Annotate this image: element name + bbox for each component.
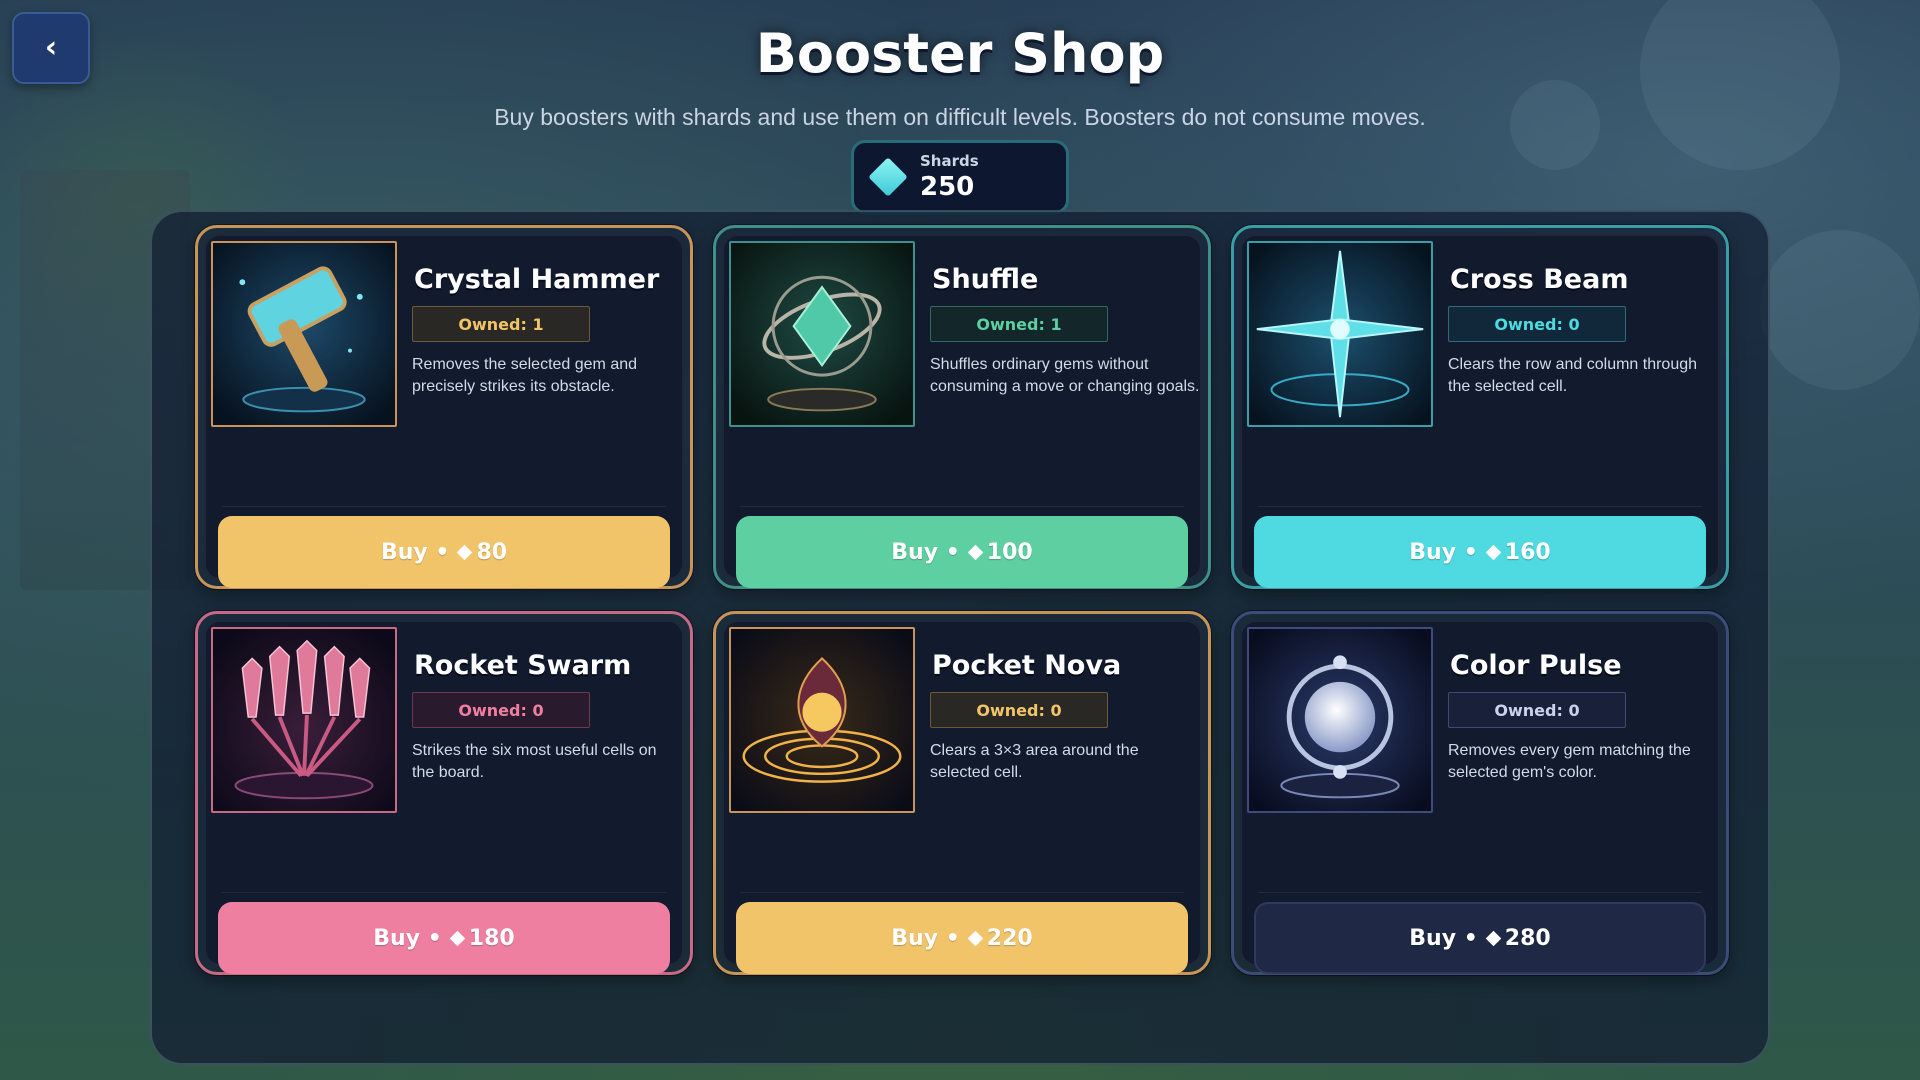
cross-crystal-icon [1247,241,1433,427]
background-bubble [1760,230,1920,390]
card-divider [740,892,1184,893]
buy-button-color-pulse[interactable]: Buy • 280 [1254,902,1706,974]
owned-badge: Owned: 0 [1448,692,1626,728]
booster-card: Cross Beam Owned: 0 Clears the row and c… [1231,225,1729,589]
buy-label: Buy • [891,539,960,565]
card-divider [740,506,1184,507]
booster-grid: Crystal Hammer Owned: 1 Removes the sele… [195,225,1729,975]
buy-button-pocket-nova[interactable]: Buy • 220 [736,902,1188,974]
buy-label: Buy • [1409,925,1478,951]
booster-card: Crystal Hammer Owned: 1 Removes the sele… [195,225,693,589]
nova-flower-icon [729,627,915,813]
owned-badge: Owned: 0 [930,692,1108,728]
booster-card: Rocket Swarm Owned: 0 Strikes the six mo… [195,611,693,975]
buy-button-shuffle[interactable]: Buy • 100 [736,516,1188,588]
buy-price: 280 [1504,925,1551,951]
page-title: Booster Shop [755,22,1165,85]
booster-name: Shuffle [932,264,1039,295]
diamond-gem-icon [967,930,984,946]
booster-description: Removes the selected gem and precisely s… [412,356,638,395]
owned-badge: Owned: 1 [930,306,1108,342]
booster-name: Color Pulse [1450,650,1622,681]
booster-name: Cross Beam [1450,264,1629,295]
buy-price: 180 [468,925,515,951]
buy-price: 100 [986,539,1033,565]
shards-balance: Shards 250 [851,140,1069,214]
buy-price: 80 [476,539,508,565]
booster-description: Removes every gem matching the selected … [1448,742,1691,781]
owned-badge: Owned: 0 [1448,306,1626,342]
buy-button-cross-beam[interactable]: Buy • 160 [1254,516,1706,588]
hammer-icon [211,241,397,427]
card-divider [222,892,666,893]
armillary-sphere-icon [729,241,915,427]
buy-button-crystal-hammer[interactable]: Buy • 80 [218,516,670,588]
buy-button-rocket-swarm[interactable]: Buy • 180 [218,902,670,974]
buy-label: Buy • [891,925,960,951]
booster-card: Shuffle Owned: 1 Shuffles ordinary gems … [713,225,1211,589]
card-divider [1258,506,1702,507]
buy-label: Buy • [380,539,450,565]
diamond-gem-icon [449,930,466,946]
booster-card: Color Pulse Owned: 0 Removes every gem m… [1231,611,1729,975]
booster-description: Clears the row and column through the se… [1448,356,1698,395]
diamond-gem-icon [967,544,984,560]
shards-label: Shards [920,152,979,170]
diamond-gem-icon [868,157,908,197]
diamond-gem-icon [1485,544,1502,560]
shards-value: 250 [920,172,975,202]
pulse-orb-icon [1247,627,1433,813]
rocket-crystals-icon [211,627,397,813]
buy-price: 160 [1504,539,1551,565]
booster-description: Shuffles ordinary gems without consuming… [930,356,1200,395]
owned-badge: Owned: 1 [412,306,590,342]
diamond-gem-icon [457,544,473,560]
diamond-gem-icon [1485,930,1502,946]
card-divider [1258,892,1702,893]
card-divider [222,506,666,507]
booster-name: Pocket Nova [932,650,1122,681]
owned-badge: Owned: 0 [412,692,590,728]
page-subtitle: Buy boosters with shards and use them on… [494,104,1426,130]
booster-name: Rocket Swarm [414,650,632,681]
booster-description: Clears a 3×3 area around the selected ce… [930,742,1139,781]
booster-card: Pocket Nova Owned: 0 Clears a 3×3 area a… [713,611,1211,975]
booster-name: Crystal Hammer [414,264,660,295]
booster-description: Strikes the six most useful cells on the… [412,742,657,781]
buy-label: Buy • [1409,539,1478,565]
buy-price: 220 [986,925,1033,951]
buy-label: Buy • [373,925,442,951]
